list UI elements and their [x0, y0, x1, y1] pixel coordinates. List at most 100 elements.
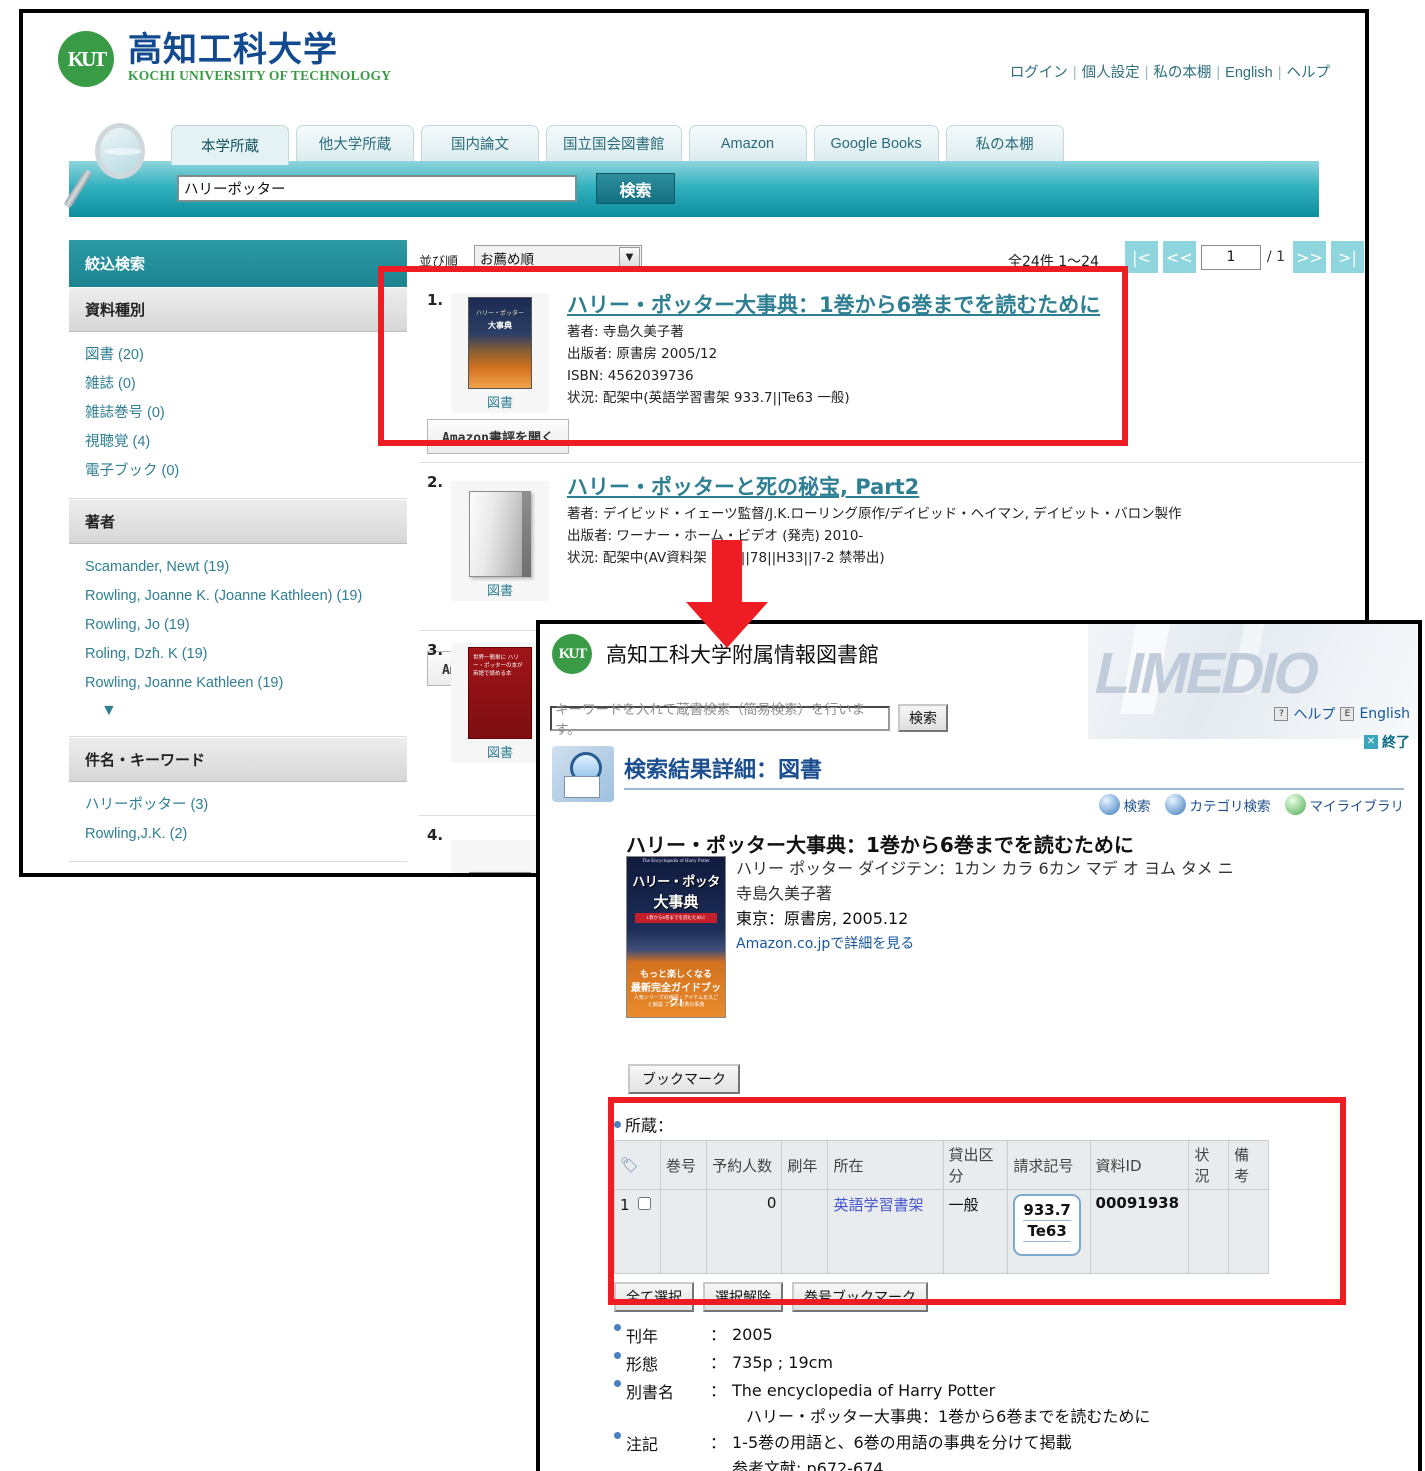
result-publisher: 出版者: 原書房 2005/12: [567, 346, 718, 362]
result-thumbnail[interactable]: [451, 840, 549, 873]
holdings-col-location: 所在: [827, 1140, 944, 1190]
facet-sidebar: 絞込検索 資料種別 図書 (20) 雑誌 (0) 雑誌巻号 (0) 視聴覚 (4…: [69, 240, 407, 862]
result-index: 3.: [427, 641, 444, 659]
result-publisher: 出版者: ワーナー・ホーム・ビデオ (発売) 2010-: [567, 528, 864, 544]
pager-prev-button[interactable]: <<: [1162, 241, 1196, 273]
amazon-review-button[interactable]: Amazon書評を開く: [427, 419, 569, 454]
facet-item-author-1[interactable]: Rowling, Joanne K. (Joanne Kathleen) (19…: [85, 582, 391, 611]
chevron-down-icon[interactable]: ▼: [85, 698, 391, 724]
volume-bookmark-button[interactable]: 巻号ブックマーク: [792, 1282, 928, 1312]
holdings-table: 🏷 巻号 予約人数 刷年 所在 貸出区分 請求記号 資料ID 状況 備考 1 0…: [613, 1140, 1269, 1274]
result-author: 著者: デイビッド・イェーツ監督/J.K.ローリング原作/デイビッド・ヘイマン,…: [567, 506, 1182, 522]
result-thumbnail[interactable]: 図書: [451, 293, 549, 413]
result-index: 2.: [427, 473, 444, 491]
result-title-link[interactable]: ハリー・ポッターと死の秘宝, Part2: [567, 473, 919, 501]
results-toolbar: 並び順 お薦め順 ▼ 全24件 1〜24 |< << 1 / 1 >> >|: [419, 241, 1364, 281]
result-material-type: 図書: [486, 584, 513, 599]
tab-other-university[interactable]: 他大学所蔵: [296, 125, 414, 161]
nav-category-search[interactable]: カテゴリ検索: [1164, 794, 1271, 815]
select-all-button[interactable]: 全て選択: [614, 1282, 694, 1312]
facet-item-author-0[interactable]: Scamander, Newt (19): [85, 553, 391, 582]
tab-amazon[interactable]: Amazon: [688, 125, 807, 161]
detail-author: 寺島久美子著: [736, 884, 833, 903]
bookmark-button[interactable]: ブックマーク: [628, 1064, 740, 1094]
field-key: 別書名: [626, 1383, 675, 1402]
book-cover-placeholder-icon: [469, 491, 531, 577]
magnifier-icon: [1098, 794, 1120, 815]
link-my-bookshelf[interactable]: 私の本棚: [1153, 65, 1211, 81]
cover-bottom-3: 人気シリーズの用語・アイテムを丸ごと解説 ファン必携の事典: [633, 995, 719, 1008]
field-value: 1-5巻の用語と、6巻の用語の事典を分けて掲載: [732, 1433, 1072, 1452]
exit-link[interactable]: ✕ 終了: [1364, 732, 1410, 752]
holdings-col-note: 備考: [1228, 1140, 1269, 1190]
english-link[interactable]: English: [1359, 706, 1410, 722]
field-colon: ：: [710, 1381, 727, 1400]
pager-first-button[interactable]: |<: [1124, 241, 1158, 273]
tab-honkgaku-shozo[interactable]: 本学所蔵: [171, 125, 289, 165]
help-link[interactable]: ヘルプ: [1293, 704, 1335, 724]
pager-last-button[interactable]: >|: [1331, 241, 1364, 273]
facet-item-ebook[interactable]: 電子ブック (0): [85, 457, 391, 486]
holdings-row-index: 1: [620, 1196, 630, 1214]
facet-item-author-2[interactable]: Rowling, Jo (19): [85, 611, 391, 640]
tab-domestic-papers[interactable]: 国内論文: [421, 125, 539, 161]
nav-search[interactable]: 検索: [1098, 794, 1151, 815]
tab-ndl[interactable]: 国立国会図書館: [546, 125, 682, 161]
exit-label: 終了: [1382, 735, 1410, 751]
pager-next-button[interactable]: >>: [1293, 241, 1326, 273]
university-name-en: KOCHI UNIVERSITY OF TECHNOLOGY: [128, 68, 392, 83]
facet-item-magazine[interactable]: 雑誌 (0): [85, 370, 391, 399]
link-help[interactable]: ヘルプ: [1287, 65, 1331, 81]
detail-imprint: 東京：原書房, 2005.12: [736, 909, 909, 928]
facet-item-subject-0[interactable]: ハリーポッター (3): [85, 791, 391, 820]
sort-select[interactable]: お薦め順 ▼: [474, 245, 642, 270]
result-item: 1. 図書 ハリー・ポッター大事典：1巻から6巻までを読むために 著者: 寺島久…: [419, 281, 1364, 463]
divider: [624, 788, 1404, 790]
page-title-block: 検索結果詳細：図書: [552, 746, 1412, 802]
facet-item-subject-1[interactable]: Rowling,J.K. (2): [85, 820, 391, 849]
facet-item-mag-issue[interactable]: 雑誌巻号 (0): [85, 399, 391, 428]
result-thumbnail[interactable]: 図書: [451, 481, 549, 601]
detail-nav-icons: 検索 カテゴリ検索 マイライブラリ: [1098, 794, 1404, 815]
holdings-location-link[interactable]: 英語学習書架: [833, 1196, 923, 1214]
result-author: 著者: 寺島久美子著: [567, 324, 684, 340]
clear-selection-button[interactable]: 選択解除: [703, 1282, 783, 1312]
book-cover-image: [468, 647, 532, 739]
link-personal-settings[interactable]: 個人設定: [1082, 65, 1140, 81]
result-thumbnail[interactable]: 図書: [451, 643, 549, 763]
pager-page-input[interactable]: 1: [1200, 244, 1261, 270]
link-login[interactable]: ログイン: [1010, 65, 1068, 81]
quick-search-button[interactable]: 検索: [898, 704, 948, 732]
search-button[interactable]: 検索: [596, 173, 675, 204]
close-icon: ✕: [1364, 735, 1378, 749]
tab-my-bookshelf[interactable]: 私の本棚: [945, 125, 1064, 161]
pagination: |< << 1 / 1 >> >|: [1124, 241, 1364, 273]
detail-field-list: 刊年 ： 2005 形態 ： 735p ; 19cm 別書名 ： The enc…: [614, 1322, 1404, 1471]
search-input[interactable]: [177, 175, 577, 202]
facet-item-author-4[interactable]: Rowling, Joanne Kathleen (19): [85, 669, 391, 698]
sort-label: 並び順: [419, 255, 459, 270]
amazon-detail-link[interactable]: Amazon.co.jpで詳細を見る: [736, 936, 914, 952]
facet-item-av[interactable]: 視聴覚 (4): [85, 428, 391, 457]
holdings-col-print-year: 刷年: [781, 1140, 829, 1190]
magnifier-icon: [63, 121, 165, 217]
facet-item-book[interactable]: 図書 (20): [85, 341, 391, 370]
facet-sidebar-title: 絞込検索: [69, 240, 407, 287]
holdings-cell-note: [1228, 1189, 1269, 1274]
field-alternative-title: 別書名 ： The encyclopedia of Harry Potter ハ…: [614, 1378, 1404, 1430]
top-utility-links: ログイン | 個人設定 | 私の本棚 | English | ヘルプ: [1010, 61, 1330, 82]
tab-google-books[interactable]: Google Books: [813, 125, 939, 161]
quick-search-input[interactable]: キーワードを入れて蔵書検索（簡易検索）を行います。: [550, 702, 890, 738]
holdings-cell-item-id: 00091938: [1089, 1189, 1190, 1274]
link-english[interactable]: English: [1225, 65, 1273, 81]
nav-my-library[interactable]: マイライブラリ: [1284, 794, 1404, 815]
result-title-link[interactable]: ハリー・ポッター大事典：1巻から6巻までを読むために: [567, 291, 1100, 319]
holdings-col-item-id: 資料ID: [1089, 1140, 1190, 1190]
facet-item-author-3[interactable]: Roling, Dzh̀. K (19): [85, 640, 391, 669]
chevron-down-icon[interactable]: ▼: [619, 247, 640, 268]
holdings-action-buttons: 全て選択 選択解除 巻号ブックマーク: [614, 1282, 1324, 1312]
facet-group-material-type: 資料種別: [69, 287, 407, 332]
field-key: 刊年: [626, 1327, 659, 1346]
holdings-row-checkbox[interactable]: [638, 1197, 652, 1210]
holdings-col-reservations: 予約人数: [706, 1140, 783, 1190]
